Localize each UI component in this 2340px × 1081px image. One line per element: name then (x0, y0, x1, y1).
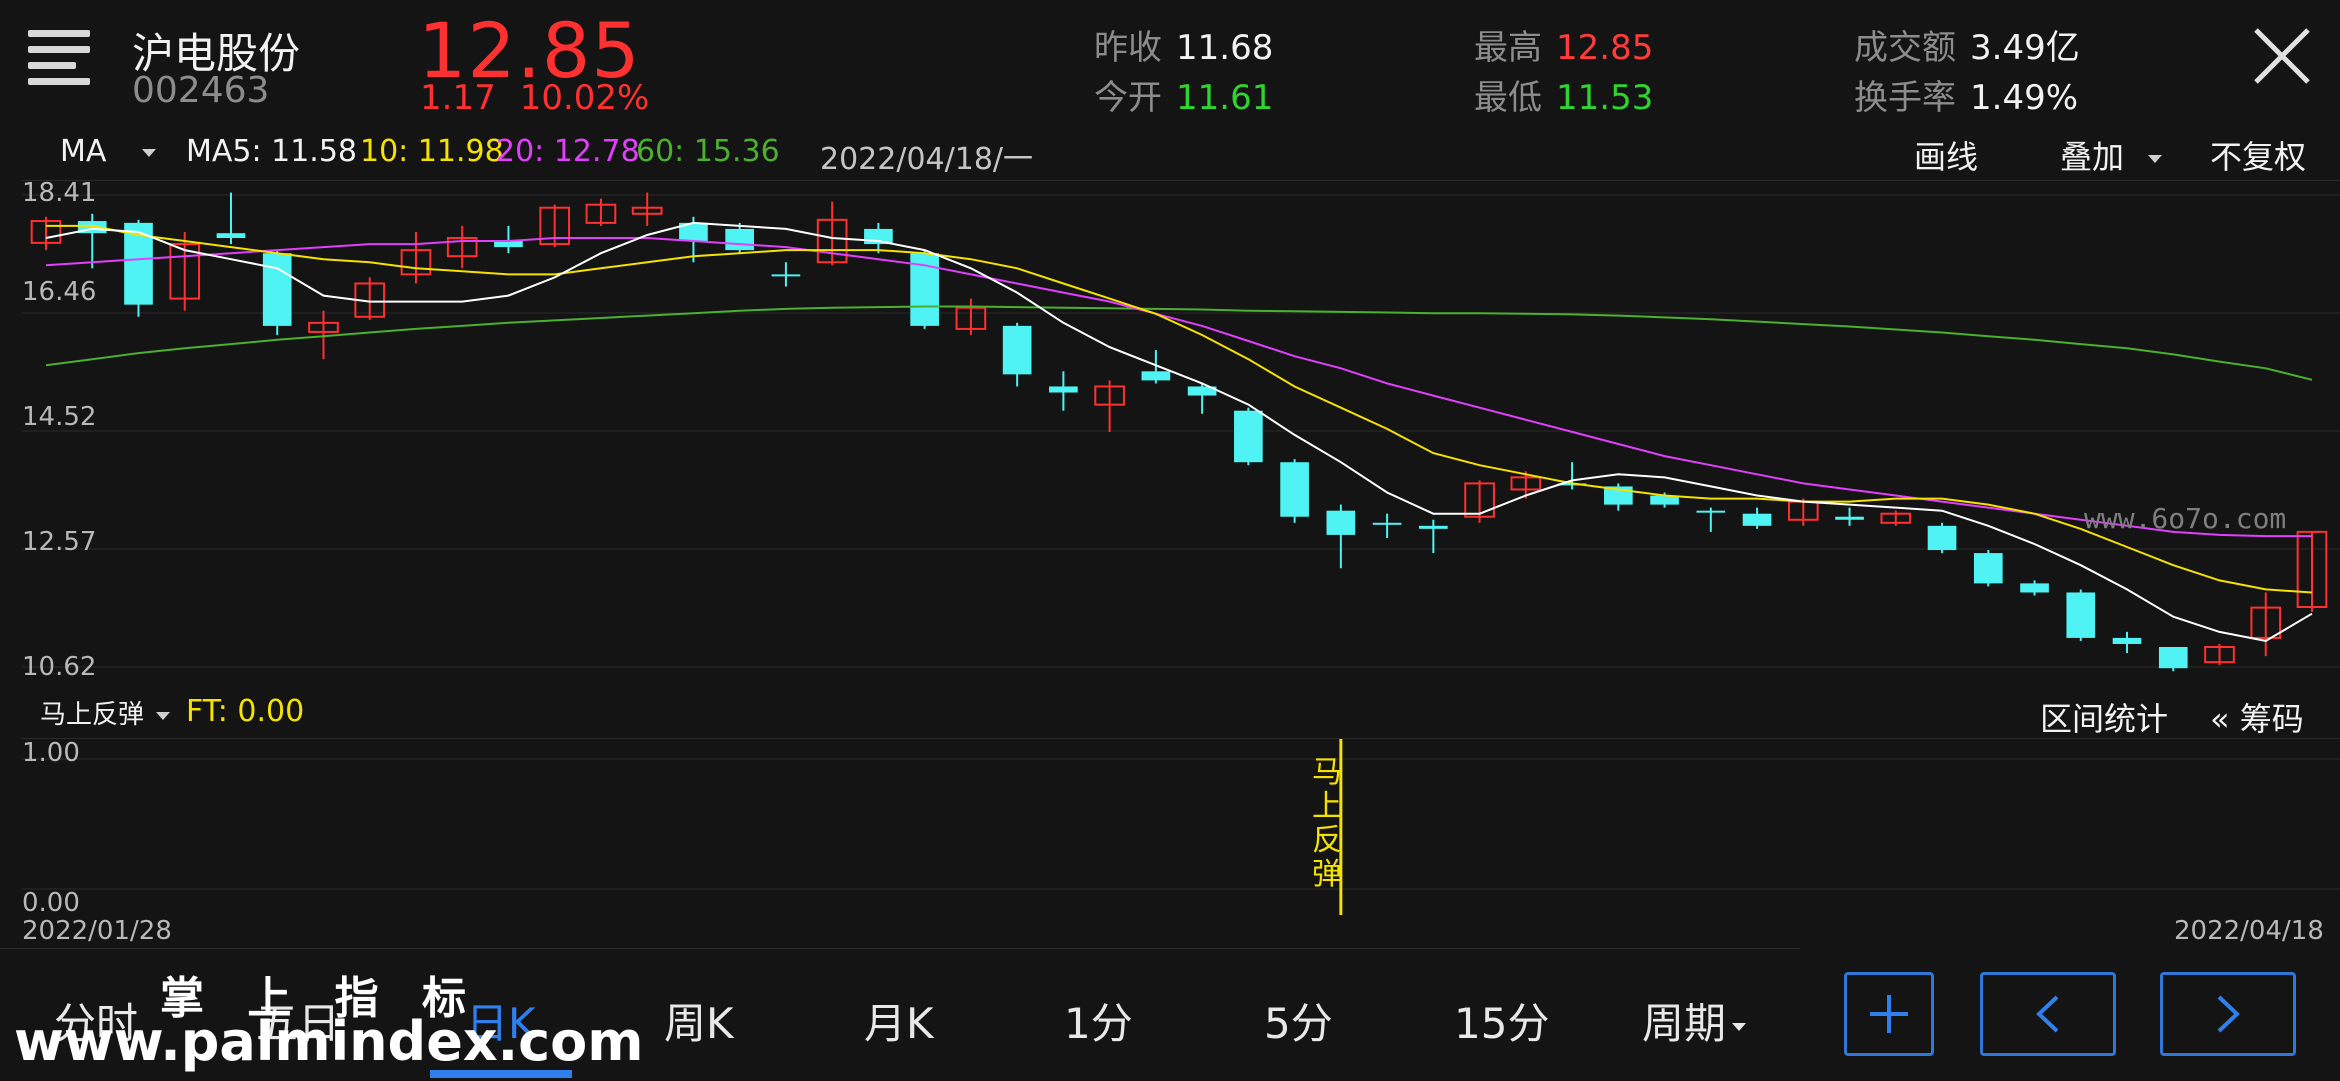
ft-value: FT: 0.00 (186, 694, 305, 729)
tab-5min[interactable]: 5分 (1264, 990, 1333, 1051)
adjust-button[interactable]: 不复权 (2210, 132, 2306, 178)
prev-close: 昨收 11.68 (1094, 28, 1274, 68)
price-change: 1.17 10.02% (420, 78, 673, 118)
chevron-down-icon (142, 148, 157, 157)
tab-weekly-k[interactable]: 周K (664, 990, 734, 1051)
end-date: 2022/04/18 (2174, 916, 2324, 946)
turnover-rate: 换手率 1.49% (1854, 78, 2079, 118)
ma10-line (46, 224, 2313, 594)
signal-label: 马上反弹 (1312, 755, 1342, 892)
ma60-value: 60: 15.36 (636, 134, 780, 169)
tab-period[interactable]: 周期 (1642, 990, 1747, 1051)
chevron-down-icon (156, 711, 171, 720)
price-axis-label: 12.57 (22, 527, 97, 557)
close-icon[interactable] (2250, 24, 2314, 88)
range-stats-button[interactable]: 区间统计 (2040, 694, 2168, 740)
candle-body (725, 228, 755, 251)
ma5-value: MA5: 11.58 (186, 134, 358, 169)
draw-button[interactable]: 画线 (1914, 132, 1978, 178)
candle-body (1234, 410, 1263, 463)
overlay-button[interactable]: 叠加 (2060, 132, 2163, 178)
candle-body (2066, 592, 2096, 638)
candle-body (262, 253, 292, 326)
tab-15min[interactable]: 15分 (1454, 990, 1549, 1051)
ma10-value: 10: 11.98 (360, 134, 504, 169)
ma20-value: 20: 12.78 (496, 134, 640, 169)
low-price: 最低 11.53 (1474, 78, 1654, 118)
chevron-down-icon (2148, 155, 2163, 163)
candle-body (2158, 647, 2188, 669)
menu-icon[interactable] (28, 30, 90, 86)
candle-body (1973, 553, 2003, 584)
next-button[interactable] (2160, 972, 2296, 1056)
kline-chart-frame[interactable] (22, 180, 2340, 681)
candle-body (1002, 325, 1032, 375)
candle-body (1742, 513, 1772, 526)
sub-chart-frame[interactable] (22, 738, 2340, 915)
price-axis-label: 14.52 (22, 402, 97, 432)
candle-body (1927, 525, 1957, 551)
turnover-amount: 成交额 3.49亿 (1854, 28, 2080, 68)
candle-body (2112, 637, 2142, 644)
price-axis-label: 10.62 (22, 652, 97, 682)
stock-code: 002463 (132, 70, 270, 111)
candle-body (1835, 516, 1864, 520)
tab-1min[interactable]: 1分 (1064, 990, 1133, 1051)
candle-doji (1696, 510, 1726, 513)
candle-doji (771, 274, 801, 277)
sub-axis-bottom: 0.00 (22, 888, 80, 918)
candle-body (1049, 386, 1078, 393)
chevron-down-icon (1732, 1022, 1747, 1031)
sub-chart[interactable] (22, 739, 2340, 915)
watermark: www.6o7o.com (2084, 502, 2287, 535)
ma-bar: MA MA5: 11.58 10: 11.98 20: 12.78 60: 15… (0, 134, 2340, 177)
chevron-right-icon (2217, 995, 2240, 1033)
sub-axis-top: 1.00 (22, 738, 80, 768)
change-percent: 10.02% (519, 78, 650, 118)
cursor-date: 2022/04/18/一 (820, 142, 1034, 177)
add-button[interactable] (1844, 972, 1934, 1056)
chips-button[interactable]: « 筹码 (2210, 694, 2304, 740)
plus-icon (1870, 995, 1908, 1033)
candle-body (1326, 510, 1356, 535)
chevron-left-icon (2036, 995, 2059, 1033)
ma5-line (45, 221, 2313, 642)
candle-body (1280, 462, 1309, 517)
indicator-selector[interactable]: MA (60, 134, 157, 169)
kline-chart[interactable] (22, 181, 2340, 681)
ma60-line (45, 305, 2313, 381)
candle-body (1419, 525, 1448, 529)
candle-body (1141, 371, 1171, 381)
ma20-line (45, 237, 2312, 538)
tab-monthly-k[interactable]: 月K (864, 990, 934, 1051)
change-amount: 1.17 (420, 78, 496, 118)
start-date: 2022/01/28 (22, 916, 172, 946)
candle-doji (1372, 522, 1402, 525)
sub-indicator-selector[interactable]: 马上反弹 (40, 694, 171, 731)
price-axis-label: 16.46 (22, 277, 97, 307)
high-price: 最高 12.85 (1474, 28, 1654, 68)
watermark-site: www.palmindex.com (14, 1010, 644, 1073)
candle-body (216, 233, 246, 239)
candle-body (2020, 583, 2049, 593)
previous-button[interactable] (1980, 972, 2116, 1056)
open-price: 今开 11.61 (1094, 78, 1274, 118)
price-axis-label: 18.41 (22, 178, 97, 208)
